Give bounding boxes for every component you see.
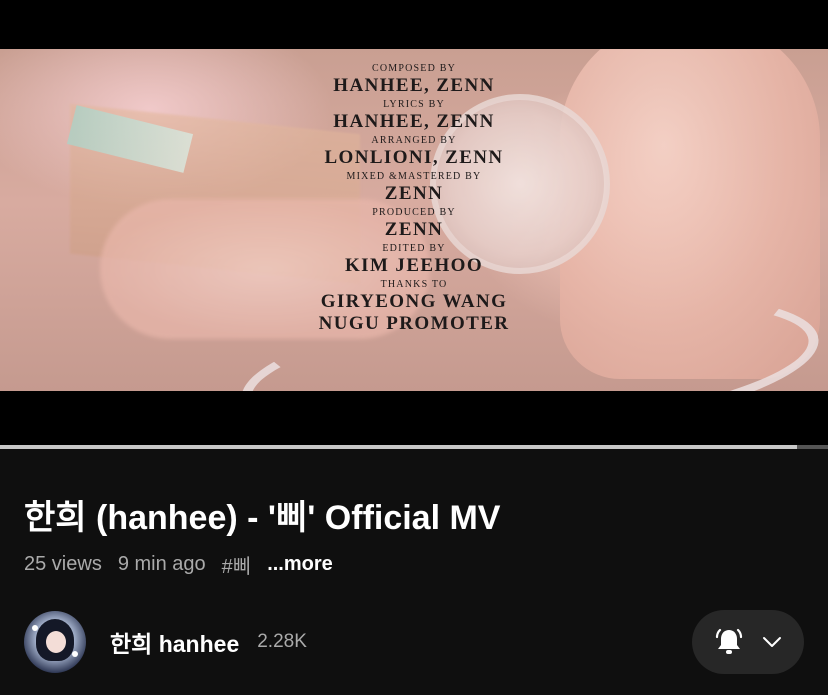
credit-role: PRODUCED BY — [372, 207, 456, 218]
credit-name: NUGU PROMOTER — [318, 313, 510, 334]
video-title[interactable]: 한희 (hanhee) - '삐' Official MV — [24, 490, 501, 539]
subscription-notification-button[interactable] — [692, 610, 804, 674]
credit-name: GIRYEONG WANG — [320, 291, 508, 312]
credit-role: MIXED &MASTERED BY — [346, 171, 482, 182]
credit-name: KIM JEEHOO — [344, 255, 484, 276]
credit-role: THANKS TO — [380, 279, 448, 290]
view-count: 25 views — [24, 553, 102, 575]
sparkle-icon — [72, 651, 78, 657]
hashtag-link[interactable]: #삐 — [222, 550, 252, 579]
video-progress-bar[interactable] — [0, 445, 828, 449]
channel-row[interactable]: 한희 hanhee 2.28K — [24, 611, 307, 673]
sparkle-icon — [32, 625, 38, 631]
credit-role: LYRICS BY — [383, 99, 445, 110]
progress-fill — [0, 445, 798, 449]
bell-icon — [715, 628, 743, 654]
credit-role: COMPOSED BY — [371, 63, 457, 74]
credit-role: EDITED BY — [382, 243, 446, 254]
video-player[interactable]: COMPOSED BY HANHEE, ZENN LYRICS BY HANHE… — [0, 0, 828, 445]
upload-time: 9 min ago — [117, 553, 206, 575]
credit-name: HANHEE, ZENN — [333, 75, 495, 96]
channel-name[interactable]: 한희 hanhee — [110, 625, 239, 659]
subscriber-count: 2.28K — [257, 631, 307, 652]
avatar-face — [46, 631, 66, 653]
credit-name: ZENN — [384, 183, 444, 204]
video-meta[interactable]: 25 views 9 min ago #삐 ...more — [24, 550, 333, 579]
credit-name: LONLIONI, ZENN — [324, 147, 504, 168]
channel-avatar[interactable] — [24, 611, 86, 673]
credit-name: ZENN — [384, 219, 444, 240]
credit-role: ARRANGED BY — [371, 135, 457, 146]
more-link[interactable]: ...more — [267, 553, 333, 576]
end-credits: COMPOSED BY HANHEE, ZENN LYRICS BY HANHE… — [0, 49, 828, 391]
chevron-down-icon — [763, 637, 781, 647]
credit-name: HANHEE, ZENN — [333, 111, 495, 132]
